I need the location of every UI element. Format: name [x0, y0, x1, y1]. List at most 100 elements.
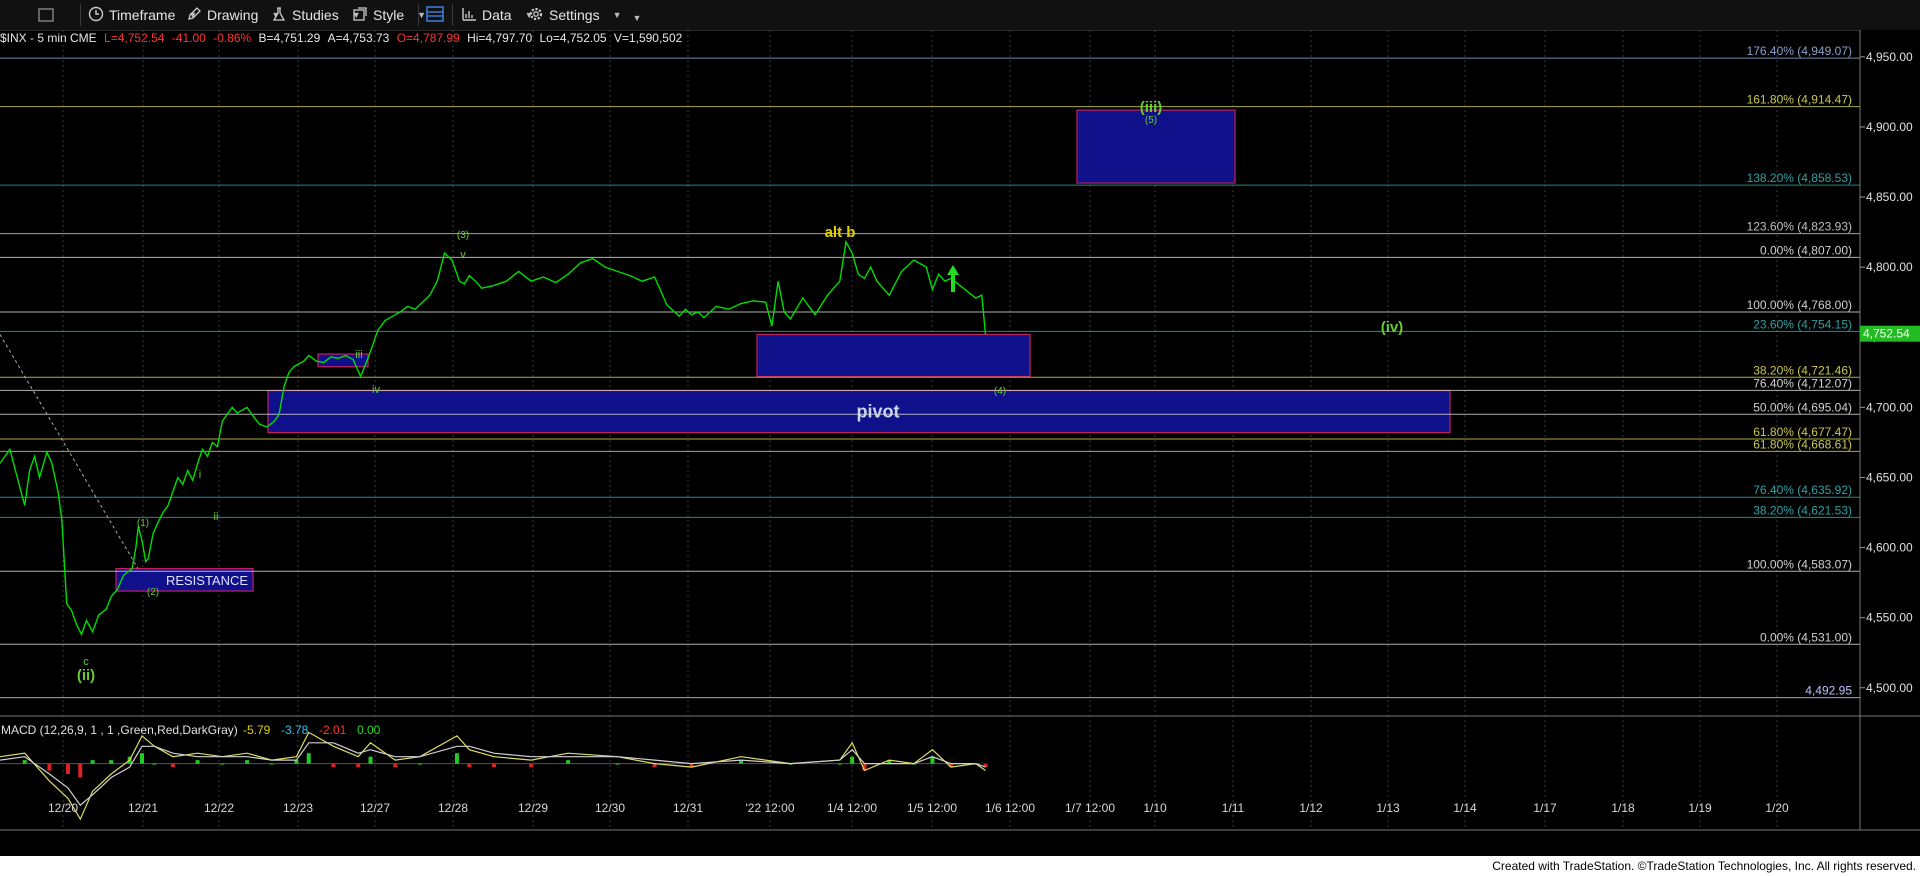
clock-icon: [88, 6, 104, 25]
macd-hist-bar: [356, 763, 361, 768]
macd-hist-bar: [467, 763, 472, 768]
x-tick-label: '22 12:00: [745, 801, 794, 815]
y-tick-label: 4,550.00: [1866, 611, 1913, 625]
studies-menu[interactable]: Studies ▼: [271, 4, 361, 26]
bar-chart-icon: [461, 6, 477, 25]
footer: Created with TradeStation. ©TradeStation…: [0, 856, 1920, 876]
macd-hist-bar: [393, 763, 398, 768]
x-tick-label: 12/22: [204, 801, 234, 815]
flask-icon: [271, 6, 287, 25]
macd-hist-bar: [454, 753, 459, 764]
style-menu[interactable]: Style ▼: [352, 4, 426, 26]
wave-label: i: [199, 469, 201, 481]
macd-hist-bar: [492, 763, 496, 768]
overflow-caret-icon[interactable]: ▼: [633, 13, 642, 23]
fib-label: 0.00% (4,531.00): [1760, 630, 1852, 644]
macd-hist-bar: [529, 763, 534, 768]
macd-hist-bar: [22, 760, 27, 764]
fib-label: 138.20% (4,858.53): [1747, 171, 1852, 185]
fib-label: 100.00% (4,768.00): [1747, 298, 1852, 312]
fib-label: 38.20% (4,621.53): [1753, 503, 1852, 517]
macd-line: [0, 742, 986, 807]
macd-hist-bar: [195, 760, 200, 764]
y-tick-label: 4,900.00: [1866, 120, 1913, 134]
fib-label: 50.00% (4,695.04): [1753, 400, 1852, 414]
y-axis-panel: [1860, 30, 1920, 830]
macd-hist-bar: [65, 763, 70, 774]
macd-value: -5.79: [243, 723, 271, 737]
resistance-label: RESISTANCE: [166, 573, 248, 588]
toolbar-divider: [418, 4, 419, 26]
wave-label: iv: [372, 384, 380, 396]
y-tick-label: 4,850.00: [1866, 190, 1913, 204]
x-tick-label: 12/21: [128, 801, 158, 815]
last-price-label: 4,752.54: [1863, 327, 1910, 341]
x-tick-label: 1/17: [1533, 801, 1557, 815]
timeframe-menu[interactable]: Timeframe ▼: [88, 4, 197, 26]
macd-hist-bar: [220, 763, 225, 765]
fib-label: 161.80% (4,914.47): [1747, 93, 1852, 107]
layout-icon: [426, 5, 444, 26]
x-tick-label: 1/4 12:00: [827, 801, 877, 815]
wave-label: (1): [137, 518, 149, 529]
layout-button[interactable]: [426, 4, 444, 26]
style-label: Style: [373, 7, 405, 23]
macd-hist-bar: [90, 760, 95, 764]
wave-label: ii: [214, 511, 219, 523]
pivot-label: pivot: [857, 402, 900, 422]
wave-label: alt b: [825, 224, 856, 241]
x-tick-label: 1/13: [1376, 801, 1400, 815]
fib-label: 0.00% (4,807.00): [1760, 243, 1852, 257]
macd-hist-bar: [417, 763, 422, 765]
settings-label: Settings: [549, 7, 600, 23]
x-tick-label: 1/20: [1765, 801, 1789, 815]
timeframe-label: Timeframe: [109, 7, 176, 23]
fib-label: 176.40% (4,949.07): [1747, 44, 1852, 58]
macd-hist-bar: [269, 763, 274, 765]
x-tick-label: 1/19: [1688, 801, 1712, 815]
settings-menu[interactable]: Settings ▼ ▼: [528, 4, 641, 26]
wave-label: (iv): [1381, 319, 1404, 336]
x-tick-label: 1/12: [1299, 801, 1323, 815]
fib-label: 23.60% (4,754.15): [1753, 317, 1852, 331]
macd-hist-bar: [109, 760, 114, 764]
macd-hist-bar: [368, 756, 373, 764]
style-icon: [352, 6, 368, 25]
wave-label: (ii): [77, 667, 95, 684]
fib-label: 61.80% (4,668.61): [1753, 437, 1852, 451]
macd-hist-bar: [566, 760, 571, 764]
toolbar: Timeframe ▼ Drawing ▼ Studies ▼ Style ▼ …: [0, 0, 1920, 31]
wave-label: (iii): [1140, 99, 1163, 116]
toolbar-divider: [80, 4, 81, 26]
macd-hist-bar: [152, 763, 157, 765]
macd-hist-bar: [850, 756, 855, 764]
y-tick-label: 4,650.00: [1866, 470, 1913, 484]
x-tick-label: 12/30: [595, 801, 625, 815]
data-menu[interactable]: Data ▼: [461, 4, 534, 26]
zones: pivot RESISTANCE: [115, 109, 1451, 592]
macd-hist-bar: [615, 763, 620, 765]
y-tick-label: 4,500.00: [1866, 681, 1913, 695]
fib-label: 76.40% (4,635.92): [1753, 483, 1852, 497]
macd-hist-bar: [140, 753, 145, 764]
macd-hist-bar: [331, 763, 336, 768]
macd-hist-bar: [306, 753, 311, 764]
x-tick-label: 1/5 12:00: [907, 801, 957, 815]
drawing-label: Drawing: [207, 7, 259, 23]
macd-value: -2.01: [319, 723, 347, 737]
macd-hist-bar: [837, 763, 842, 765]
x-tick-label: 12/27: [360, 801, 390, 815]
chart-canvas[interactable]: pivot RESISTANCE 176.40% (4,949.07) 161.80…: [0, 30, 1920, 856]
drawing-menu[interactable]: Drawing ▼: [186, 4, 280, 26]
chevron-down-icon: ▼: [612, 10, 622, 20]
wave-label: iii: [355, 349, 362, 361]
macd-hist-bar: [47, 763, 52, 771]
fib-label: 123.60% (4,823.93): [1747, 220, 1852, 234]
toolbar-divider: [452, 4, 453, 26]
y-tick-label: 4,800.00: [1866, 260, 1913, 274]
gear-icon: [528, 6, 544, 25]
studies-label: Studies: [292, 7, 339, 23]
y-tick-label: 4,700.00: [1866, 400, 1913, 414]
window-icon[interactable]: [38, 4, 54, 26]
copyright-text: Created with TradeStation. ©TradeStation…: [1492, 859, 1916, 873]
